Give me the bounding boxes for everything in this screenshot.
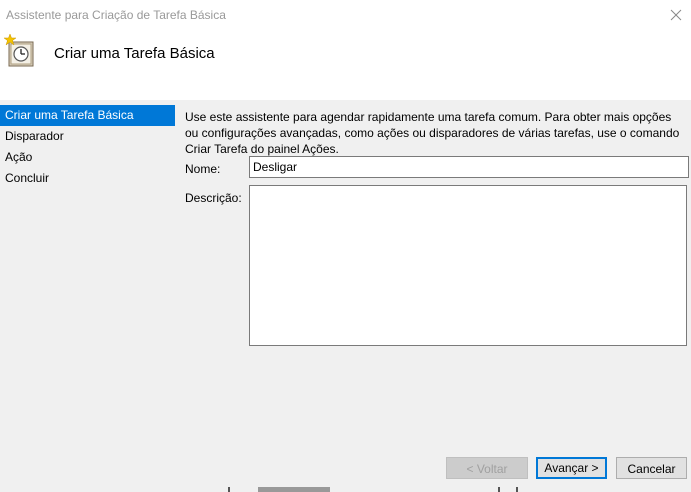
name-label: Nome: <box>185 162 221 176</box>
description-label: Descrição: <box>185 191 242 205</box>
sidebar-item-disparador[interactable]: Disparador <box>0 126 175 147</box>
sidebar-item-acao[interactable]: Ação <box>0 147 175 168</box>
bottom-edge <box>0 487 691 492</box>
description-field[interactable] <box>249 185 687 346</box>
edge-mark <box>228 487 230 492</box>
sidebar-item-criar-tarefa[interactable]: Criar uma Tarefa Básica <box>0 105 175 126</box>
name-field[interactable]: Desligar <box>249 156 689 178</box>
back-button[interactable]: < Voltar <box>446 457 528 479</box>
sidebar-item-concluir[interactable]: Concluir <box>0 168 175 189</box>
wizard-description: Use este assistente para agendar rapidam… <box>185 110 680 156</box>
edge-mark <box>498 487 500 492</box>
task-scheduler-icon <box>3 33 36 71</box>
cancel-button[interactable]: Cancelar <box>616 457 687 479</box>
wizard-header: Criar uma Tarefa Básica <box>0 30 691 100</box>
wizard-steps-sidebar: Criar uma Tarefa Básica Disparador Ação … <box>0 105 175 189</box>
main-panel: Use este assistente para agendar rapidam… <box>185 109 685 157</box>
next-button[interactable]: Avançar > <box>536 457 607 479</box>
edge-mark <box>258 487 330 492</box>
window-title: Assistente para Criação de Tarefa Básica <box>6 8 226 22</box>
page-heading: Criar uma Tarefa Básica <box>54 45 215 62</box>
close-icon[interactable] <box>661 0 691 30</box>
edge-mark <box>516 487 518 492</box>
title-bar: Assistente para Criação de Tarefa Básica <box>0 0 691 30</box>
